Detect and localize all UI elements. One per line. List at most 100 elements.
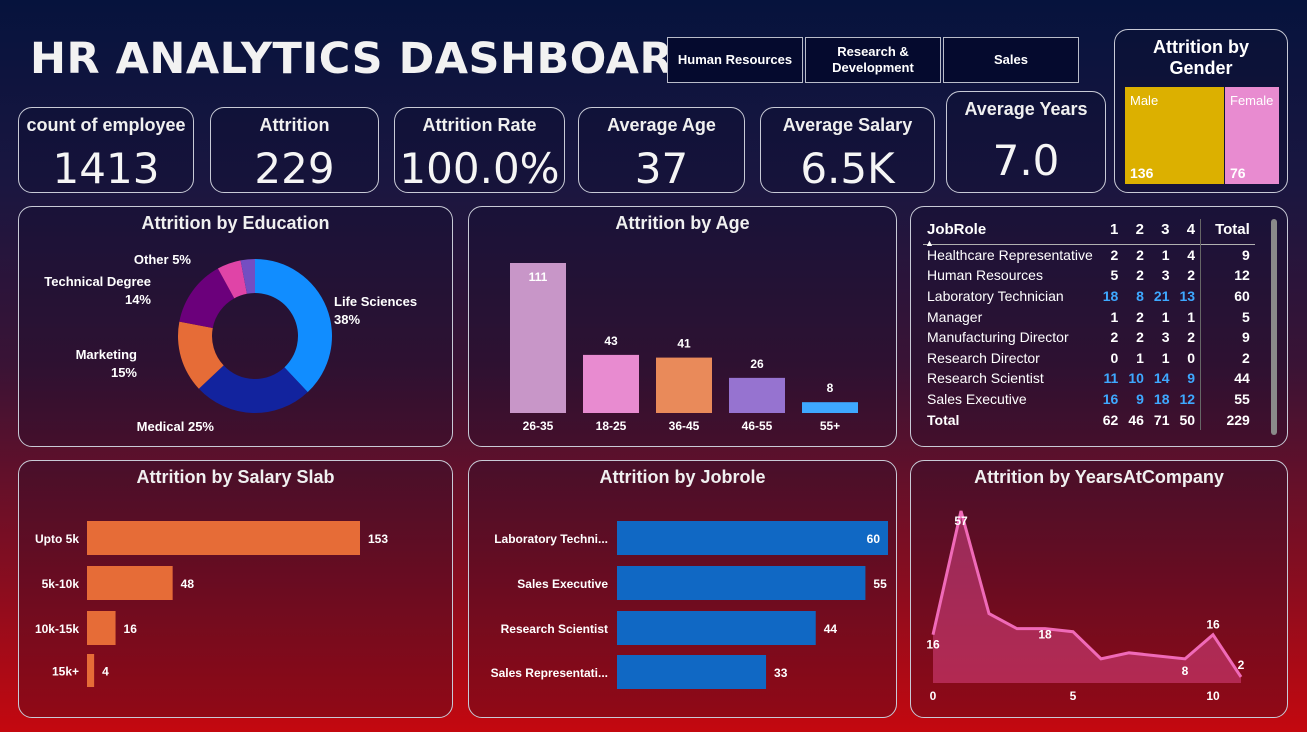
matrix-cell: 0 bbox=[1187, 349, 1196, 366]
kpi-years-card: Average Years 7.0 bbox=[946, 91, 1106, 193]
dashboard-title: HR ANALYTICS DASHBOARD bbox=[30, 34, 710, 84]
slicer-research-development[interactable]: Research & Development bbox=[805, 37, 941, 83]
salary-bar-1 bbox=[87, 566, 173, 600]
kpi-age-card: Average Age 37 bbox=[578, 107, 745, 193]
kpi-count-value: 1413 bbox=[52, 144, 160, 193]
years-point-label-10: 16 bbox=[1206, 618, 1220, 632]
donut-label-line: Medical 25% bbox=[137, 419, 215, 434]
matrix-cell: 9 bbox=[1136, 390, 1144, 407]
sort-ascending-icon[interactable]: ▲ bbox=[925, 238, 934, 248]
jobrole-bar-1 bbox=[617, 566, 866, 600]
slicer-human-resources[interactable]: Human Resources bbox=[667, 37, 803, 83]
matrix-row-total: 2 bbox=[1200, 347, 1255, 369]
salary-value-3: 4 bbox=[102, 665, 109, 679]
matrix-cell: 21 bbox=[1153, 287, 1170, 304]
gender-title: Attrition by Gender bbox=[1153, 37, 1249, 78]
years-point-label-4: 18 bbox=[1038, 628, 1052, 642]
kpi-years-label: Average Years bbox=[964, 99, 1088, 119]
jobrole-bar-0 bbox=[617, 521, 888, 555]
matrix-total-cell: 50 bbox=[1179, 411, 1196, 428]
salary-panel: Attrition by Salary Slab Upto 5k 153 5k-10… bbox=[18, 460, 453, 718]
kpi-rate-label: Attrition Rate bbox=[422, 115, 537, 135]
age-bar-value-2: 41 bbox=[677, 337, 691, 351]
matrix-total-row: Total 62 46 71 50 229 bbox=[923, 409, 1255, 430]
department-slicer: Human Resources Research & Development S… bbox=[667, 37, 1079, 83]
matrix-cell: 2 bbox=[1110, 329, 1119, 346]
kpi-rate-card: Attrition Rate 100.0% bbox=[394, 107, 565, 193]
slicer-sales[interactable]: Sales bbox=[943, 37, 1079, 83]
matrix-header: 2 bbox=[1135, 221, 1144, 238]
matrix-cell: 2 bbox=[1136, 308, 1144, 325]
matrix-cell: 10 bbox=[1128, 370, 1144, 387]
matrix-cell: 4 bbox=[1187, 247, 1196, 264]
matrix-cell: 2 bbox=[1136, 247, 1144, 264]
kpi-attrition-card: Attrition 229 bbox=[210, 107, 379, 193]
donut-label-line: Technical Degree bbox=[44, 274, 151, 289]
donut-label-4: Other 5% bbox=[134, 252, 192, 267]
gender-male-segment[interactable]: Male 136 bbox=[1125, 87, 1224, 184]
kpi-count-label: count of employee bbox=[26, 115, 186, 135]
matrix-cell: 1 bbox=[1161, 349, 1170, 366]
age-tick-2: 36-45 bbox=[669, 419, 700, 433]
jobrole-value-0: 60 bbox=[867, 532, 881, 546]
matrix-row[interactable]: Sales Executive 16 9 18 12 55 bbox=[923, 388, 1255, 410]
matrix-cell: 1 bbox=[1161, 308, 1170, 325]
matrix-row-total: 60 bbox=[1200, 285, 1255, 307]
matrix-cell: 12 bbox=[1179, 390, 1196, 407]
donut-label-0: Life Sciences 38% bbox=[334, 294, 417, 327]
salary-bar-chart: Upto 5k 153 5k-10k 48 10k-15k 16 15k+ 4 bbox=[35, 521, 388, 687]
years-point-label-1: 57 bbox=[954, 514, 968, 528]
kpi-attrition-value: 229 bbox=[254, 144, 335, 193]
matrix-row[interactable]: Research Director 0 1 1 0 2 bbox=[923, 347, 1255, 369]
gender-male-label: Male bbox=[1130, 93, 1159, 108]
donut-slice-0 bbox=[255, 259, 332, 393]
matrix-row-label: Manufacturing Director bbox=[927, 329, 1069, 346]
gender-card: Attrition by Gender Male 136 Female 76 bbox=[1114, 29, 1288, 193]
salary-value-0: 153 bbox=[368, 532, 388, 546]
age-bar-value-0: 111 bbox=[529, 270, 548, 284]
jobrole-tick-1: Sales Executive bbox=[517, 577, 608, 591]
matrix-cell: 2 bbox=[1187, 329, 1196, 346]
salary-bar-2 bbox=[87, 611, 116, 645]
matrix-cell: 5 bbox=[1110, 267, 1119, 284]
gender-female-value: 76 bbox=[1230, 165, 1246, 181]
years-area-fill bbox=[933, 511, 1241, 683]
matrix-row-total: 55 bbox=[1200, 388, 1255, 410]
matrix-row[interactable]: Manufacturing Director 2 2 3 2 9 bbox=[923, 326, 1255, 348]
matrix-scrollbar[interactable] bbox=[1271, 219, 1277, 435]
age-tick-4: 55+ bbox=[820, 419, 840, 433]
matrix-row[interactable]: Human Resources 5 2 3 2 12 bbox=[923, 265, 1255, 286]
matrix-row[interactable]: Research Scientist 11 10 14 9 44 bbox=[923, 368, 1255, 389]
age-tick-3: 46-55 bbox=[742, 419, 773, 433]
years-area-chart: 16 57 18 8 16 2 0 5 10 bbox=[926, 510, 1245, 703]
kpi-attrition-label: Attrition bbox=[259, 115, 330, 135]
salary-tick-0: Upto 5k bbox=[35, 532, 79, 546]
matrix-header[interactable]: JobRole ▲ bbox=[923, 219, 1098, 248]
kpi-age-label: Average Age bbox=[607, 115, 716, 135]
matrix-grand-total: 229 bbox=[1200, 409, 1255, 430]
jobrole-bar-chart: Laboratory Techni... 60 Sales Executive 55 R… bbox=[491, 521, 888, 689]
matrix-header: 4 bbox=[1186, 221, 1196, 238]
gender-female-label: Female bbox=[1230, 93, 1274, 108]
kpi-years-value: 7.0 bbox=[992, 136, 1060, 185]
matrix-cell: 3 bbox=[1161, 329, 1170, 346]
age-bar-1 bbox=[583, 354, 639, 413]
years-tick-10: 10 bbox=[1206, 689, 1220, 703]
matrix-row[interactable]: Laboratory Technician 18 8 21 13 60 bbox=[923, 285, 1255, 307]
matrix-header: 3 bbox=[1161, 221, 1170, 238]
years-point-label-11: 2 bbox=[1238, 658, 1245, 672]
salary-value-1: 48 bbox=[181, 577, 195, 591]
matrix-row-total: 44 bbox=[1200, 368, 1255, 389]
kpi-rate-value: 100.0% bbox=[399, 144, 560, 193]
matrix-row[interactable]: Healthcare Representative 2 2 1 4 9 bbox=[923, 244, 1255, 266]
matrix-cell: 3 bbox=[1161, 267, 1170, 284]
matrix-row[interactable]: Manager 1 2 1 1 5 bbox=[923, 306, 1255, 327]
donut-label-line: Other 5% bbox=[134, 252, 192, 267]
jobrole-matrix-panel: JobRole ▲ 1 2 3 4 Total Healthcare Representati… bbox=[910, 206, 1288, 447]
donut-label-line: 15% bbox=[111, 365, 137, 380]
matrix-cell: 2 bbox=[1136, 267, 1144, 284]
matrix-row-total: 9 bbox=[1200, 244, 1255, 266]
gender-male-value: 136 bbox=[1130, 165, 1154, 181]
gender-female-segment[interactable]: Female 76 bbox=[1225, 87, 1279, 184]
years-panel: Attrition by YearsAtCompany 16 57 18 8 16 2 0 5… bbox=[910, 460, 1288, 718]
